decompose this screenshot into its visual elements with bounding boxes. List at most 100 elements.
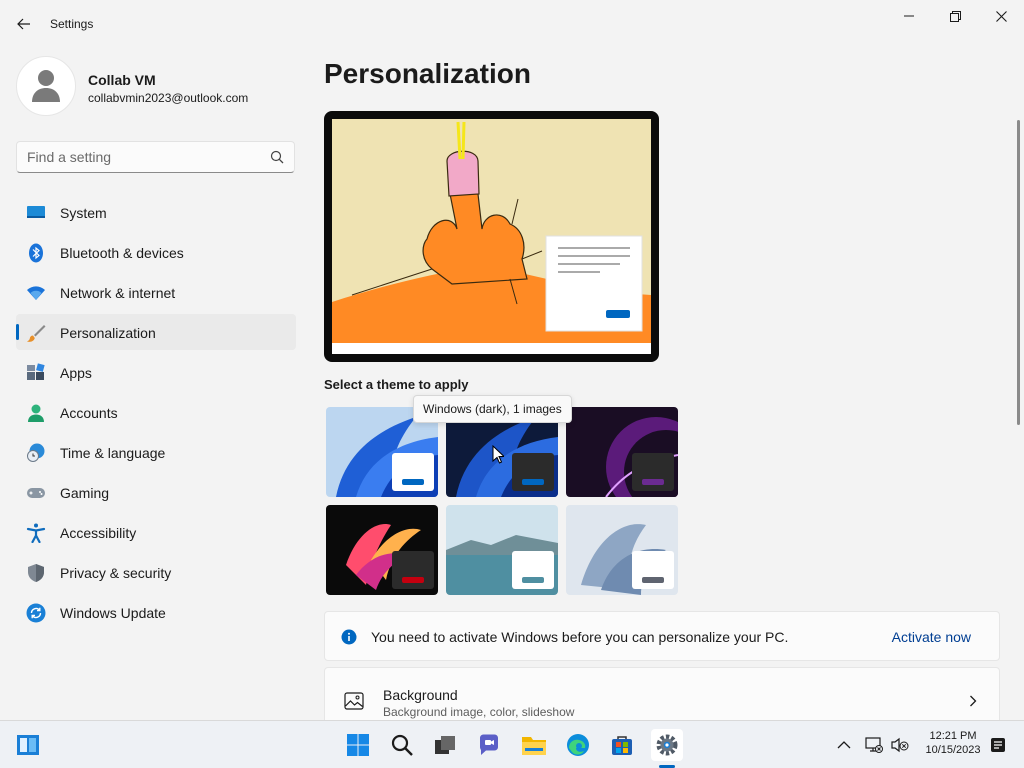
activation-banner: You need to activate Windows before you … — [324, 611, 1000, 661]
sidebar-item-label: Accessibility — [60, 525, 137, 541]
user-name: Collab VM — [88, 72, 156, 88]
edge-button[interactable] — [562, 729, 594, 761]
apps-icon — [27, 363, 45, 380]
gamepad-icon — [27, 488, 45, 498]
sidebar-item-label: Accounts — [60, 405, 118, 421]
accounts-icon — [28, 404, 44, 422]
background-title: Background — [383, 687, 458, 703]
accessibility-icon — [26, 523, 46, 543]
mouse-cursor-icon — [492, 445, 504, 464]
file-explorer-button[interactable] — [518, 729, 550, 761]
title-bar: Settings — [0, 0, 1024, 48]
chevron-up-icon — [837, 741, 851, 749]
scrollbar[interactable] — [1017, 120, 1020, 425]
app-title: Settings — [50, 17, 94, 31]
chevron-right-icon — [970, 695, 977, 707]
paintbrush-icon — [27, 325, 46, 342]
notifications-button[interactable] — [986, 729, 1010, 761]
system-icon — [27, 206, 45, 218]
task-view-button[interactable] — [429, 729, 461, 761]
sidebar-item-label: Personalization — [60, 325, 156, 341]
sidebar-item-network[interactable]: Network & internet — [16, 274, 296, 310]
sidebar-item-label: System — [60, 205, 107, 221]
chat-icon — [480, 734, 498, 755]
close-icon — [995, 10, 1007, 22]
theme-flow[interactable] — [566, 505, 678, 595]
taskbar — [0, 720, 1024, 768]
back-button[interactable] — [12, 12, 36, 36]
network-disconnected-icon — [865, 737, 883, 753]
avatar — [16, 56, 76, 116]
back-arrow-icon — [17, 18, 30, 30]
restore-button[interactable] — [932, 0, 978, 32]
search-icon — [391, 734, 413, 756]
user-profile[interactable]: Collab VM collabvmin2023@outlook.com — [16, 56, 296, 118]
sidebar-item-apps[interactable]: Apps — [16, 354, 296, 390]
clock[interactable]: 12:21 PM 10/15/2023 — [918, 729, 988, 757]
theme-sunrise[interactable] — [446, 505, 558, 595]
store-icon — [612, 736, 632, 755]
activation-message: You need to activate Windows before you … — [371, 629, 789, 645]
shield-icon — [28, 564, 44, 582]
sidebar-item-label: Privacy & security — [60, 565, 172, 581]
info-icon — [341, 629, 357, 645]
show-hidden-icons-button[interactable] — [830, 729, 858, 761]
sidebar-item-gaming[interactable]: Gaming — [16, 474, 296, 510]
sidebar-item-time-language[interactable]: Time & language — [16, 434, 296, 470]
sidebar-item-accounts[interactable]: Accounts — [16, 394, 296, 430]
user-icon — [32, 70, 60, 102]
sidebar-item-label: Network & internet — [60, 285, 176, 301]
chat-button[interactable] — [473, 729, 505, 761]
sidebar-item-privacy[interactable]: Privacy & security — [16, 554, 296, 590]
settings-taskbar-button[interactable] — [651, 729, 683, 761]
start-button[interactable] — [342, 729, 374, 761]
store-button[interactable] — [606, 729, 638, 761]
volume-tray-button[interactable] — [888, 729, 912, 761]
search-input[interactable] — [17, 142, 262, 172]
user-email: collabvmin2023@outlook.com — [88, 91, 249, 105]
sidebar-item-windows-update[interactable]: Windows Update — [16, 594, 296, 630]
page-title: Personalization — [324, 58, 531, 89]
taskbar-search-button[interactable] — [386, 729, 418, 761]
themes-section-label: Select a theme to apply — [324, 377, 469, 392]
file-explorer-icon — [522, 737, 546, 755]
volume-muted-icon — [891, 737, 909, 753]
notification-icon — [991, 738, 1005, 752]
theme-glow[interactable] — [566, 407, 678, 497]
widgets-icon — [17, 735, 39, 755]
clock-date: 10/15/2023 — [925, 744, 981, 756]
sidebar-item-bluetooth[interactable]: Bluetooth & devices — [16, 234, 296, 270]
background-subtitle: Background image, color, slideshow — [383, 705, 575, 719]
sidebar-item-accessibility[interactable]: Accessibility — [16, 514, 296, 550]
theme-thumbnail — [566, 505, 678, 595]
widgets-button[interactable] — [12, 729, 44, 761]
image-icon — [344, 692, 364, 710]
task-view-icon — [435, 736, 455, 754]
sidebar-item-label: Time & language — [60, 445, 166, 461]
sidebar-item-system[interactable]: System — [16, 194, 296, 230]
edge-icon — [567, 734, 589, 756]
wifi-icon — [27, 286, 45, 300]
search-box[interactable] — [16, 141, 295, 173]
restore-icon — [949, 10, 961, 22]
close-button[interactable] — [978, 0, 1024, 32]
theme-captured-motion[interactable] — [326, 505, 438, 595]
sidebar-item-label: Apps — [60, 365, 92, 381]
settings-icon — [656, 734, 678, 756]
background-setting[interactable]: Background Background image, color, slid… — [324, 667, 1000, 727]
sidebar-item-label: Gaming — [60, 485, 110, 501]
search-icon[interactable] — [270, 150, 284, 164]
sidebar-item-label: Bluetooth & devices — [60, 245, 184, 261]
theme-thumbnail — [326, 505, 438, 595]
wallpaper-preview-image — [332, 119, 651, 354]
network-tray-button[interactable] — [862, 729, 886, 761]
sidebar-item-personalization[interactable]: Personalization — [16, 314, 296, 350]
activate-now-link[interactable]: Activate now — [892, 629, 971, 645]
bluetooth-icon — [29, 243, 43, 263]
minimize-icon — [904, 15, 914, 17]
start-icon — [347, 734, 369, 756]
minimize-button[interactable] — [886, 0, 932, 32]
sidebar-nav: System Bluetooth & devices Network & int… — [16, 194, 296, 634]
theme-preview — [324, 111, 659, 362]
clock-time: 12:21 PM — [929, 730, 977, 742]
